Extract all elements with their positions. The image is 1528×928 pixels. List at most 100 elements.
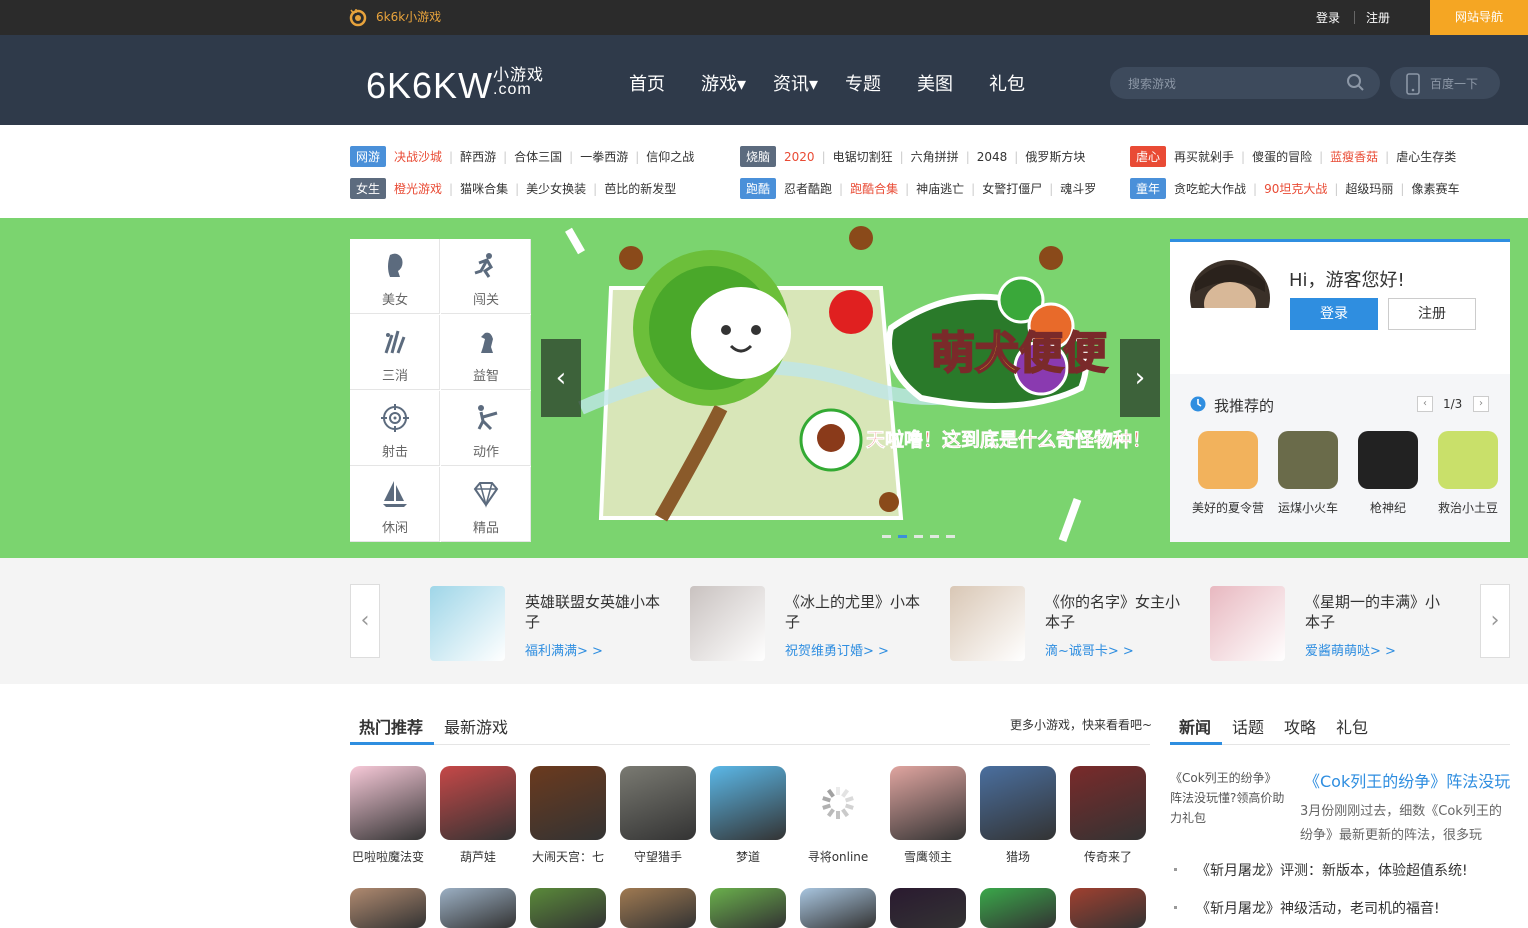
game-icon[interactable] [980,888,1056,928]
tab-hot[interactable]: 热门推荐 [359,714,423,738]
tag-badge[interactable]: 网游 [350,146,387,167]
game-item[interactable]: 葫芦娃 [440,766,516,865]
game-item[interactable]: 猎场 [980,766,1056,865]
tag-link[interactable]: 芭比的新发型 [604,182,676,196]
nav-gifts[interactable]: 礼包 [989,70,1025,96]
carousel-slide[interactable]: 萌犬便便 天啦噜！这到底是什么奇怪物种！ ‹ › [541,218,1160,558]
game-item[interactable]: 传奇来了 [1070,766,1146,865]
card-link[interactable]: 滴~诚哥卡> > [1045,640,1134,659]
register-button[interactable]: 注册 [1388,298,1476,330]
strip-next-button[interactable]: › [1480,584,1510,658]
game-item[interactable]: 梦道 [710,766,786,865]
top-login-link[interactable]: 登录 [1316,9,1340,26]
tag-link[interactable]: 傻蛋的冒险 [1252,150,1312,164]
carousel-next-button[interactable]: › [1120,339,1160,417]
news-item[interactable]: 《斩月屠龙》评测：新版本，体验超值系统! [1174,860,1468,880]
game-icon[interactable] [710,888,786,928]
rec-item[interactable]: 运煤小火车 [1268,431,1348,516]
news-tab[interactable]: 话题 [1232,714,1264,738]
nav-home[interactable]: 首页 [629,70,665,96]
more-games-link[interactable]: 更多小游戏，快来看看吧~ [1010,716,1152,733]
rec-item[interactable]: 枪神纪 [1348,431,1428,516]
tag-link[interactable]: 决战沙城 [394,150,442,164]
tag-link[interactable]: 像素赛车 [1411,182,1459,196]
category-runner[interactable]: 闯关 [441,239,531,314]
rec-prev-button[interactable]: ‹ [1417,396,1433,412]
news-headline[interactable]: 《Cok列王的纷争》阵法没玩 [1304,768,1510,792]
tag-badge[interactable]: 女生 [350,178,387,199]
news-image-alt[interactable]: 《Cok列王的纷争》阵法没玩懂?领高价助力礼包 [1170,768,1288,828]
site-name[interactable]: 6k6k小游戏 [376,8,441,25]
tag-link[interactable]: 2020 [784,150,815,164]
game-icon[interactable] [620,888,696,928]
news-tab[interactable]: 礼包 [1336,714,1368,738]
tag-link[interactable]: 虐心生存类 [1396,150,1456,164]
game-icon[interactable] [350,888,426,928]
category-kick[interactable]: 动作 [441,391,531,466]
tag-link[interactable]: 醉西游 [460,150,496,164]
news-item[interactable]: 《斩月屠龙》神级活动，老司机的福音! [1174,898,1440,918]
tag-link[interactable]: 一拳西游 [580,150,628,164]
game-icon[interactable] [890,888,966,928]
game-item[interactable]: 守望猎手 [620,766,696,865]
game-item[interactable]: 巴啦啦魔法变 [350,766,426,865]
news-tab[interactable]: 攻略 [1284,714,1316,738]
rec-item[interactable]: 美好的夏令营 [1188,431,1268,516]
tag-link[interactable]: 超级玛丽 [1345,182,1393,196]
card-link[interactable]: 祝贺维勇订婚> > [785,640,889,659]
carousel-dot[interactable] [914,535,923,538]
strip-prev-button[interactable]: ‹ [350,584,380,658]
tag-link[interactable]: 猫咪合集 [460,182,508,196]
tag-badge[interactable]: 跑酷 [740,178,777,199]
rec-next-button[interactable]: › [1473,396,1489,412]
nav-pictures[interactable]: 美图 [917,70,953,96]
tag-link[interactable]: 合体三国 [514,150,562,164]
category-chess[interactable]: 益智 [441,315,531,390]
tag-link[interactable]: 女警打僵尸 [982,182,1042,196]
game-icon[interactable] [800,888,876,928]
category-match[interactable]: 三消 [350,315,440,390]
tag-link[interactable]: 贪吃蛇大作战 [1174,182,1246,196]
tag-badge[interactable]: 烧脑 [740,146,777,167]
game-icon[interactable] [1070,888,1146,928]
tag-link[interactable]: 蓝瘦香菇 [1330,150,1378,164]
category-diamond[interactable]: 精品 [441,467,531,542]
login-button[interactable]: 登录 [1290,298,1378,330]
brand-logo[interactable]: 6K6KW小游戏 .com [366,65,544,107]
search-input[interactable]: 搜索游戏 [1110,67,1380,99]
tag-link[interactable]: 90坦克大战 [1264,182,1327,196]
carousel-prev-button[interactable]: ‹ [541,339,581,417]
tab-new[interactable]: 最新游戏 [444,714,508,738]
tag-badge[interactable]: 虐心 [1130,146,1167,167]
carousel-dot[interactable] [882,535,891,538]
nav-games[interactable]: 游戏▾ [701,70,746,96]
search-icon[interactable] [1346,73,1366,93]
card-link[interactable]: 福利满满> > [525,640,603,659]
tag-link[interactable]: 橙光游戏 [394,182,442,196]
nav-news[interactable]: 资讯▾ [773,70,818,96]
tag-badge[interactable]: 童年 [1130,178,1167,199]
tag-link[interactable]: 2048 [977,150,1008,164]
tag-link[interactable]: 信仰之战 [646,150,694,164]
tag-link[interactable]: 再买就剁手 [1174,150,1234,164]
tag-link[interactable]: 电锯切割狂 [833,150,893,164]
tag-link[interactable]: 俄罗斯方块 [1025,150,1085,164]
game-item[interactable]: 寻将online [800,766,876,865]
carousel-dot[interactable] [898,535,907,538]
rec-item[interactable]: 救治小土豆 [1428,431,1508,516]
tag-link[interactable]: 忍者酷跑 [784,182,832,196]
tag-link[interactable]: 神庙逃亡 [916,182,964,196]
category-sailboat[interactable]: 休闲 [350,467,440,542]
game-item[interactable]: 大闹天宫：七 [530,766,606,865]
tag-link[interactable]: 跑酷合集 [850,182,898,196]
carousel-dot[interactable] [930,535,939,538]
nav-topics[interactable]: 专题 [845,70,881,96]
game-icon[interactable] [440,888,516,928]
carousel-dot[interactable] [946,535,955,538]
category-beauty[interactable]: 美女 [350,239,440,314]
category-target[interactable]: 射击 [350,391,440,466]
tag-link[interactable]: 魂斗罗 [1060,182,1096,196]
game-icon[interactable] [530,888,606,928]
news-tab[interactable]: 新闻 [1179,714,1211,738]
baidu-search-button[interactable]: 百度一下 [1390,67,1500,99]
